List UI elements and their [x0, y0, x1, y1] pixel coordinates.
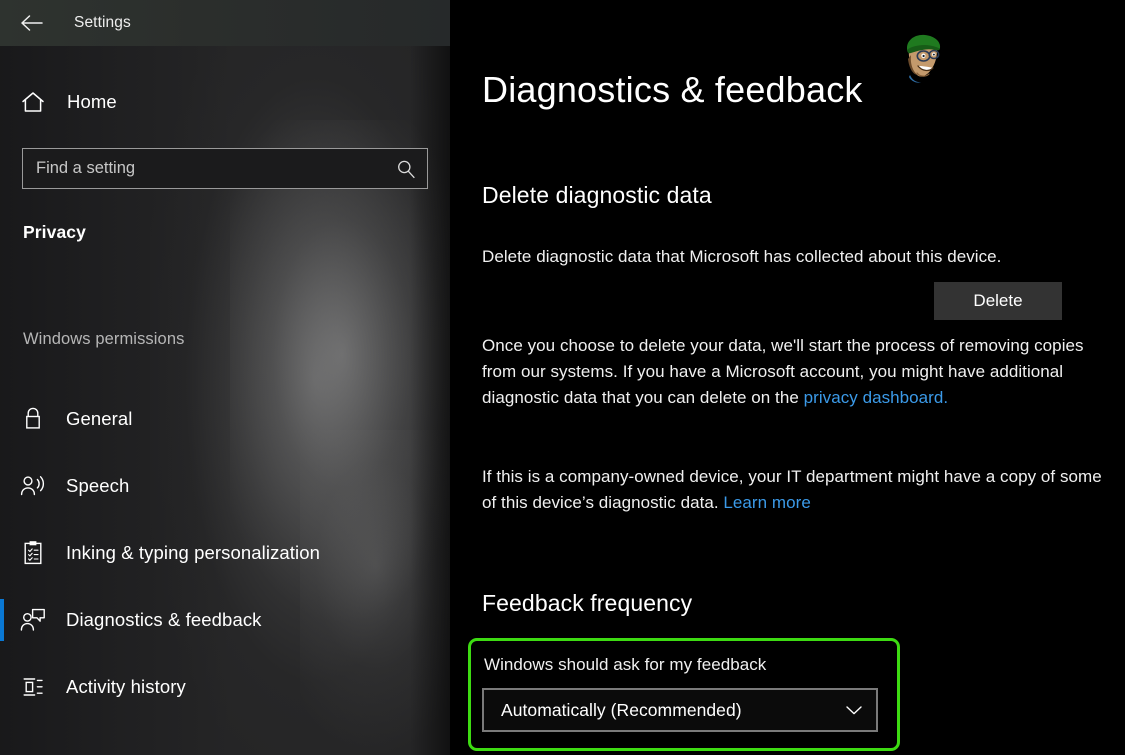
window-title: Settings: [74, 14, 131, 31]
back-arrow-icon: [20, 14, 44, 32]
sidebar: Settings Home Privacy Windows per: [0, 0, 450, 755]
sidebar-item-inking-typing[interactable]: Inking & typing personalization: [0, 519, 450, 586]
cartoon-avatar-green-beret-icon: [898, 32, 946, 87]
clipboard-checklist-icon: [20, 540, 46, 566]
delete-section-description: Delete diagnostic data that Microsoft ha…: [482, 247, 1002, 266]
person-feedback-icon: [20, 607, 46, 633]
main-content: Diagnostics & feedback Delete diagnostic…: [450, 0, 1125, 755]
feedback-frequency-dropdown[interactable]: Automatically (Recommended): [482, 688, 878, 732]
sidebar-item-general-label: General: [66, 407, 133, 429]
sidebar-item-activity-history-label: Activity history: [66, 675, 186, 697]
settings-window: Settings Home Privacy Windows per: [0, 0, 1125, 755]
search-input[interactable]: [23, 159, 389, 178]
sidebar-item-activity-history[interactable]: Activity history: [0, 653, 450, 720]
sidebar-item-general[interactable]: General: [0, 385, 450, 452]
paragraph-1-text: Once you choose to delete your data, we'…: [482, 336, 1084, 407]
delete-section-paragraph-2: If this is a company-owned device, your …: [482, 464, 1120, 516]
delete-button[interactable]: Delete: [934, 282, 1062, 320]
sidebar-section-heading: Privacy: [23, 222, 86, 242]
privacy-dashboard-link[interactable]: privacy dashboard.: [804, 388, 949, 407]
feedback-frequency-value: Automatically (Recommended): [501, 699, 742, 720]
home-icon: [21, 90, 45, 114]
sidebar-item-inking-typing-label: Inking & typing personalization: [66, 541, 321, 563]
page-title: Diagnostics & feedback: [482, 69, 863, 110]
speech-person-icon: [20, 473, 46, 499]
search-box[interactable]: [22, 148, 428, 189]
activity-timeline-icon: [20, 674, 46, 700]
sidebar-group-label: Windows permissions: [23, 330, 185, 348]
selection-indicator: [0, 598, 4, 641]
back-button[interactable]: [10, 5, 54, 41]
sidebar-item-diagnostics-feedback-label: Diagnostics & feedback: [66, 608, 262, 630]
search-icon[interactable]: [389, 154, 423, 184]
sidebar-item-speech[interactable]: Speech: [0, 452, 450, 519]
sidebar-item-home-label: Home: [67, 91, 117, 112]
feedback-field-label: Windows should ask for my feedback: [484, 655, 767, 674]
learn-more-link[interactable]: Learn more: [723, 493, 810, 512]
delete-section-heading: Delete diagnostic data: [482, 182, 712, 208]
feedback-section-heading: Feedback frequency: [482, 590, 693, 616]
delete-section-paragraph-1: Once you choose to delete your data, we'…: [482, 333, 1120, 411]
lock-icon: [20, 406, 46, 432]
sidebar-item-diagnostics-feedback[interactable]: Diagnostics & feedback: [0, 586, 450, 653]
sidebar-nav-list: General Speech Inking & typing personali…: [0, 385, 450, 720]
title-bar: Settings: [0, 0, 450, 46]
chevron-down-icon: [832, 690, 876, 730]
sidebar-item-speech-label: Speech: [66, 474, 130, 496]
sidebar-item-home[interactable]: Home: [0, 80, 450, 124]
